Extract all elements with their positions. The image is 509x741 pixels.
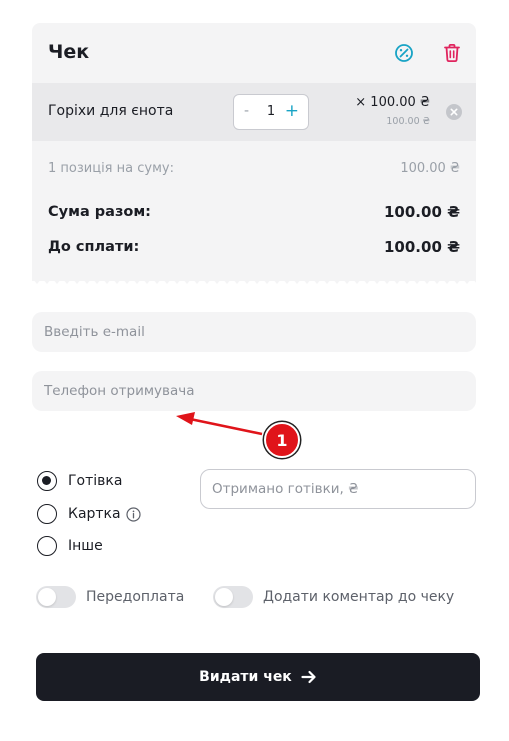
trash-icon xyxy=(444,44,460,62)
quantity-increment-button[interactable]: + xyxy=(285,101,299,121)
receipt-zigzag-edge xyxy=(32,278,476,284)
payment-method-card[interactable]: Картка xyxy=(37,504,141,524)
summary-count-label: 1 позиція на суму: xyxy=(48,161,174,176)
issue-receipt-button[interactable]: Видати чек xyxy=(36,653,480,701)
quantity-stepper: - 1 + xyxy=(233,94,309,130)
remove-item-button[interactable] xyxy=(446,104,462,120)
add-comment-toggle-row[interactable]: Додати коментар до чеку xyxy=(213,586,454,608)
radio-other[interactable] xyxy=(37,536,57,556)
recipient-phone-input[interactable] xyxy=(32,371,476,411)
total-label: Сума разом: xyxy=(48,204,151,220)
discount-button[interactable] xyxy=(392,41,416,65)
receipt-item-row: Горіхи для єнота - 1 + × 100.00 ₴ 100.00… xyxy=(32,83,476,141)
receipt-title: Чек xyxy=(48,41,90,63)
cash-received-input[interactable] xyxy=(200,469,476,509)
receipt-panel: Чек Горіхи для єнота - 1 + × 100.00 ₴ 10… xyxy=(32,23,476,281)
add-comment-toggle[interactable] xyxy=(213,586,253,608)
radio-cash[interactable] xyxy=(37,471,57,491)
delete-receipt-button[interactable] xyxy=(440,41,464,65)
amount-due-value: 100.00 ₴ xyxy=(384,238,460,256)
prepayment-toggle[interactable] xyxy=(36,586,76,608)
close-circle-icon xyxy=(446,104,462,120)
radio-card[interactable] xyxy=(37,504,57,524)
receipt-header: Чек xyxy=(32,23,476,83)
amount-due-label: До сплати: xyxy=(48,239,140,255)
payment-method-label: Картка xyxy=(68,506,121,522)
item-subtotal: 100.00 ₴ xyxy=(386,116,430,127)
add-comment-label: Додати коментар до чеку xyxy=(263,589,455,605)
summary-count-value: 100.00 ₴ xyxy=(400,161,460,176)
prepayment-toggle-row[interactable]: Передоплата xyxy=(36,586,184,608)
payment-method-label: Готівка xyxy=(68,473,123,489)
prepayment-label: Передоплата xyxy=(86,589,185,605)
item-unit-price: × 100.00 ₴ xyxy=(355,95,430,110)
payment-method-other[interactable]: Інше xyxy=(37,536,103,556)
issue-receipt-label: Видати чек xyxy=(199,669,292,685)
payment-method-cash[interactable]: Готівка xyxy=(37,471,122,491)
item-name: Горіхи для єнота xyxy=(48,103,174,119)
arrow-right-icon xyxy=(301,670,317,684)
email-input[interactable] xyxy=(32,312,476,352)
callout-badge: 1 xyxy=(264,422,300,458)
payment-method-label: Інше xyxy=(68,538,103,554)
total-value: 100.00 ₴ xyxy=(384,203,460,221)
percent-circle-icon xyxy=(395,44,413,62)
info-icon[interactable] xyxy=(126,506,141,522)
